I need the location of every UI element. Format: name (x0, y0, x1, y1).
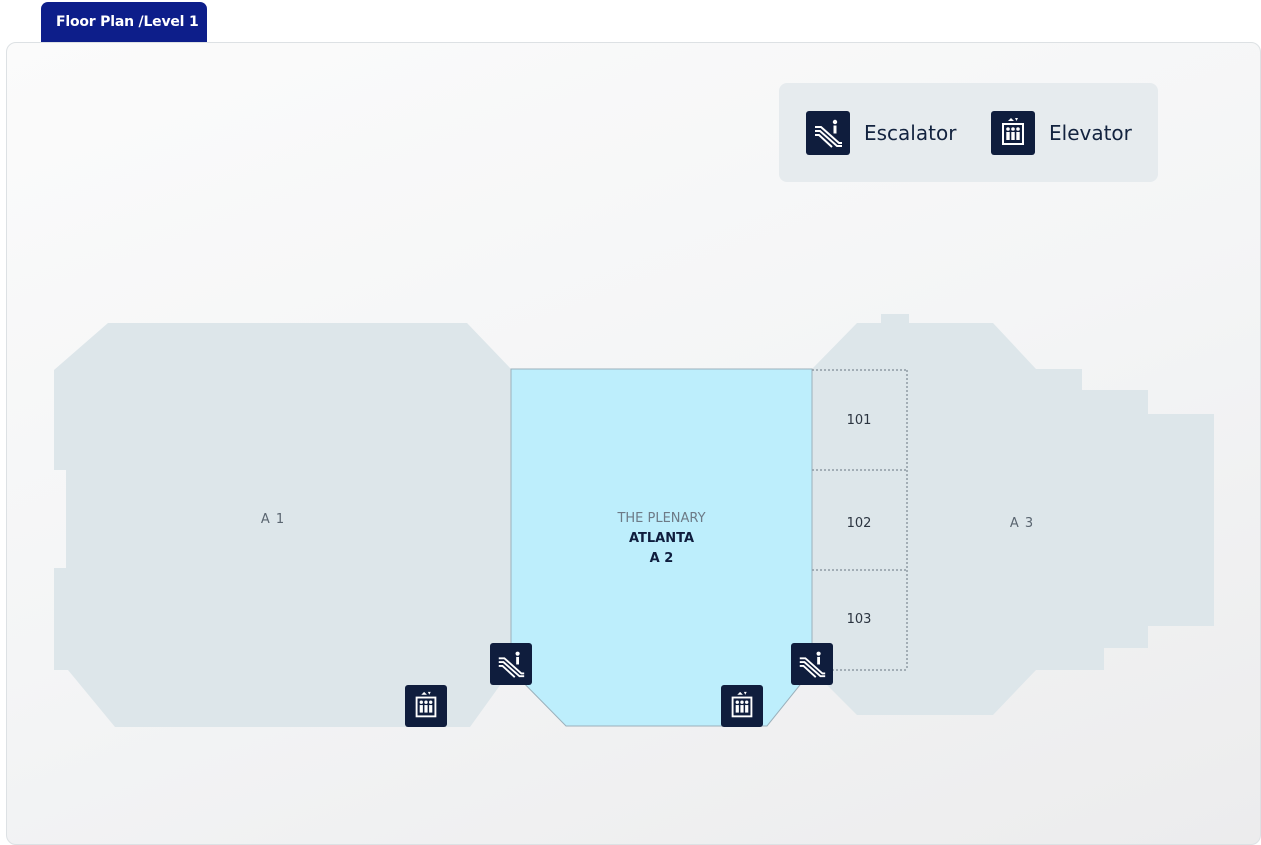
hall-a3-label: A 3 (1009, 516, 1035, 531)
elevator-icon[interactable] (405, 685, 447, 727)
escalator-icon[interactable] (490, 643, 532, 685)
legend-elevator: Elevator (991, 111, 1132, 155)
hall-a2-shape[interactable] (510, 368, 813, 727)
elevator-icon (991, 111, 1035, 155)
legend-escalator: Escalator (806, 111, 956, 155)
hall-a3-shape[interactable] (812, 314, 1214, 715)
legend-elevator-label: Elevator (1049, 121, 1132, 145)
room-103-label[interactable]: 103 (812, 612, 906, 627)
hall-a2-name: ATLANTA (628, 531, 695, 546)
legend-escalator-label: Escalator (864, 121, 957, 145)
escalator-icon[interactable] (791, 643, 833, 685)
elevator-icon[interactable] (721, 685, 763, 727)
hall-a2-code: A 2 (649, 551, 674, 566)
room-102-label[interactable]: 102 (812, 516, 906, 531)
escalator-icon (806, 111, 850, 155)
room-101-label[interactable]: 101 (812, 413, 906, 428)
hall-a1-label: A 1 (260, 512, 286, 527)
hall-a2-sublabel: THE PLENARY (617, 511, 706, 526)
map-legend: Escalator Elevator (779, 83, 1158, 182)
